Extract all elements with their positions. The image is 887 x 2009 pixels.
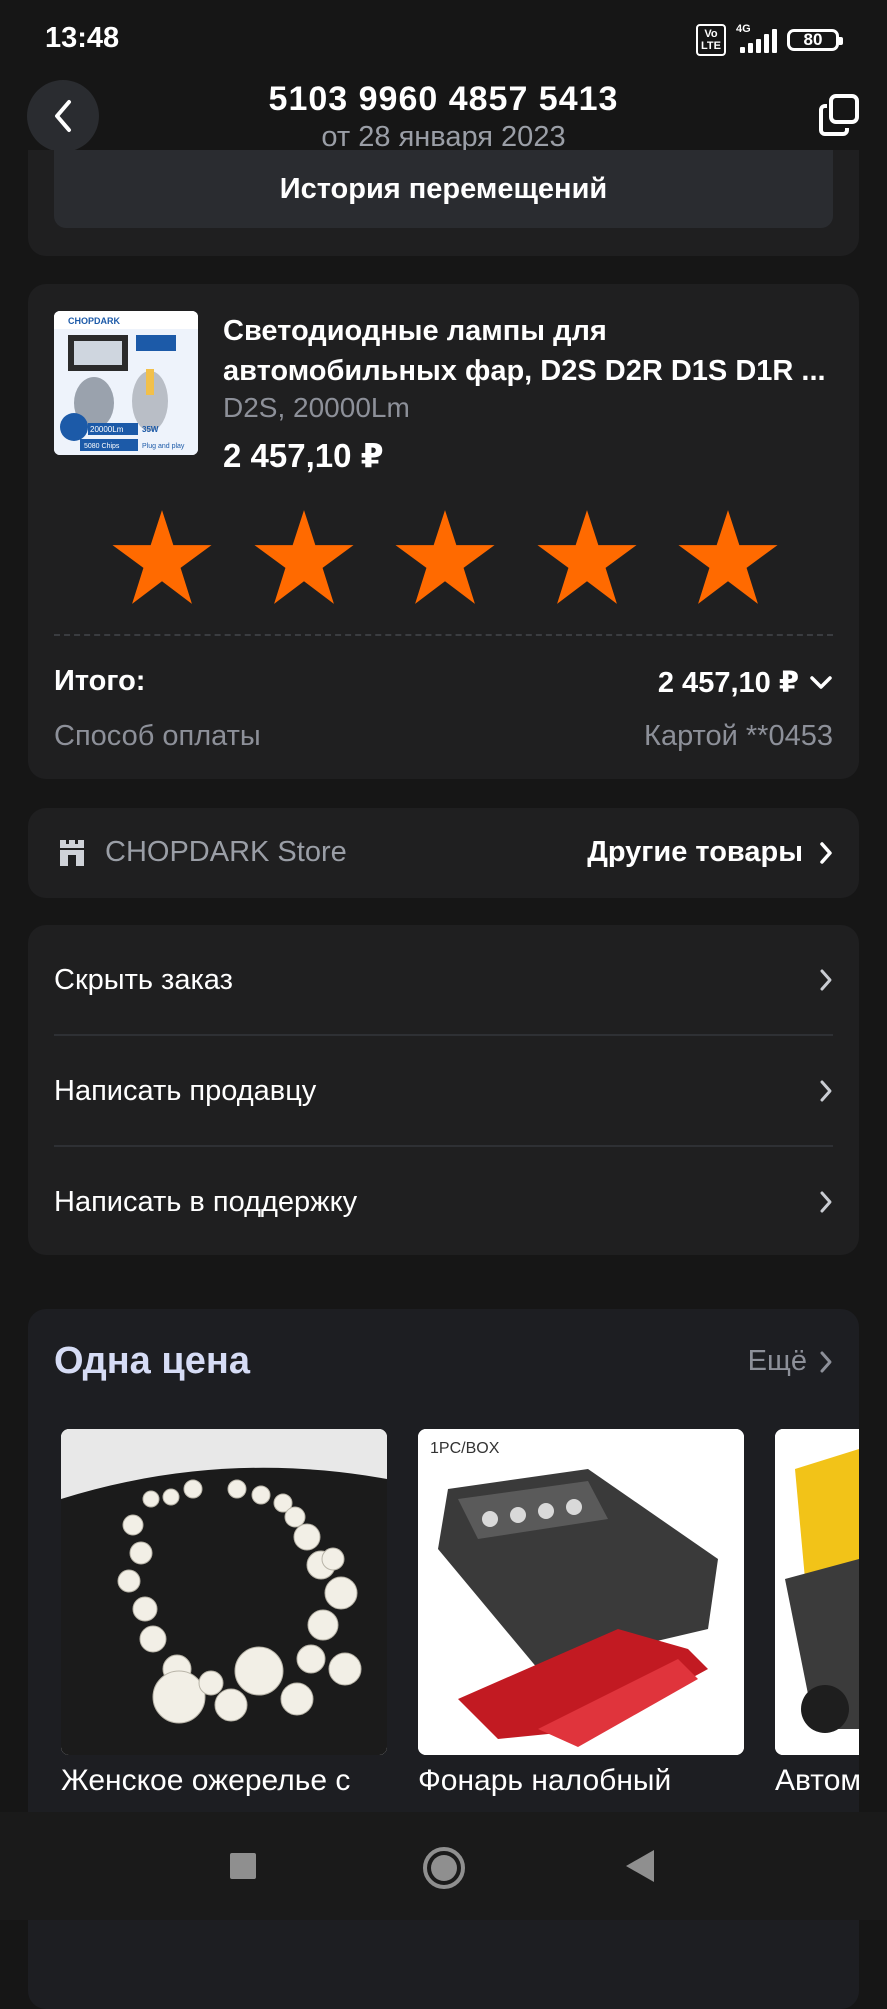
product-card-name[interactable]: Автом (775, 1764, 859, 1798)
section-title: Одна цена (54, 1340, 250, 1382)
product-variant: D2S, 20000Lm (223, 392, 410, 423)
copy-button[interactable] (817, 92, 863, 138)
message-support-label: Написать в поддержку (54, 1185, 358, 1218)
product-title[interactable]: Светодиодные лампы для автомобильных фар… (223, 311, 833, 391)
hide-order-row[interactable]: Скрыть заказ (54, 925, 833, 1035)
star-icon-3[interactable] (393, 508, 497, 606)
history-button[interactable]: История перемещений (54, 150, 833, 228)
product-card-image[interactable] (775, 1429, 859, 1755)
payment-label: Способ оплаты (54, 720, 261, 752)
copy-icon (819, 94, 859, 136)
svg-text:CHOPDARK: CHOPDARK (68, 316, 121, 326)
star-icon-2[interactable] (252, 508, 356, 606)
product-card-image[interactable]: 1PC/BOX (418, 1429, 744, 1755)
message-support-row[interactable]: Написать в поддержку (54, 1147, 833, 1257)
rating-stars (110, 508, 780, 606)
store-icon (60, 840, 84, 866)
total-value-toggle[interactable]: 2 457,10 ₽ (658, 665, 833, 700)
product-price: 2 457,10 ₽ (223, 437, 384, 474)
total-label: Итого: (54, 665, 146, 697)
product-title-line1: Светодиодные лампы для (223, 315, 607, 347)
status-icons: Vo LTE 4G 80 (696, 23, 843, 56)
star-icon-4[interactable] (535, 508, 639, 606)
message-seller-row[interactable]: Написать продавцу (54, 1036, 833, 1146)
product-title-line2: автомобильных фар, D2S D2R D1S D1R ... (223, 355, 826, 387)
status-time: 13:48 (45, 22, 120, 54)
divider (54, 634, 833, 636)
message-seller-label: Написать продавцу (54, 1074, 317, 1107)
product-thumbnail[interactable]: CHOPDARK 20000Lm 35W 5080 Chips Plug and… (54, 311, 198, 455)
network-type: 4G (736, 23, 751, 35)
chevron-right-icon (820, 1351, 832, 1372)
svg-text:20000Lm: 20000Lm (90, 425, 124, 434)
svg-text:Plug and play: Plug and play (142, 443, 185, 450)
product-card-name[interactable]: Женское ожерелье с (61, 1764, 350, 1798)
other-products-link[interactable]: Другие товары (587, 836, 833, 869)
product-card-name[interactable]: Фонарь налобный (418, 1764, 671, 1798)
battery-level: 80 (803, 30, 823, 49)
other-products-label: Другие товары (587, 836, 803, 868)
svg-text:1PC/BOX: 1PC/BOX (430, 1440, 500, 1457)
see-more-label: Ещё (747, 1345, 807, 1377)
chevron-right-icon (820, 969, 832, 991)
volte-icon: Vo LTE (696, 24, 726, 56)
store-name[interactable]: CHOPDARK Store (105, 836, 347, 869)
star-icon-5[interactable] (676, 508, 780, 606)
chevron-down-icon (810, 675, 832, 689)
order-number: 5103 9960 4857 5413 (268, 80, 619, 118)
signal-icon: 4G (736, 23, 777, 53)
nav-back-button[interactable] (626, 1850, 654, 1882)
chevron-right-icon (820, 841, 832, 864)
star-icon-1[interactable] (110, 508, 214, 606)
hide-order-label: Скрыть заказ (54, 963, 233, 996)
battery-icon: 80 (787, 29, 843, 51)
chevron-right-icon (820, 1080, 832, 1102)
home-button[interactable] (423, 1847, 465, 1889)
total-value: 2 457,10 ₽ (657, 667, 799, 699)
product-card-image[interactable] (61, 1429, 387, 1755)
see-more-link[interactable]: Ещё (748, 1345, 833, 1378)
svg-text:5080 Chips: 5080 Chips (84, 443, 120, 450)
payment-value: Картой **0453 (644, 720, 833, 752)
svg-text:35W: 35W (142, 425, 159, 434)
recents-button[interactable] (230, 1853, 256, 1879)
chevron-right-icon (820, 1191, 832, 1213)
